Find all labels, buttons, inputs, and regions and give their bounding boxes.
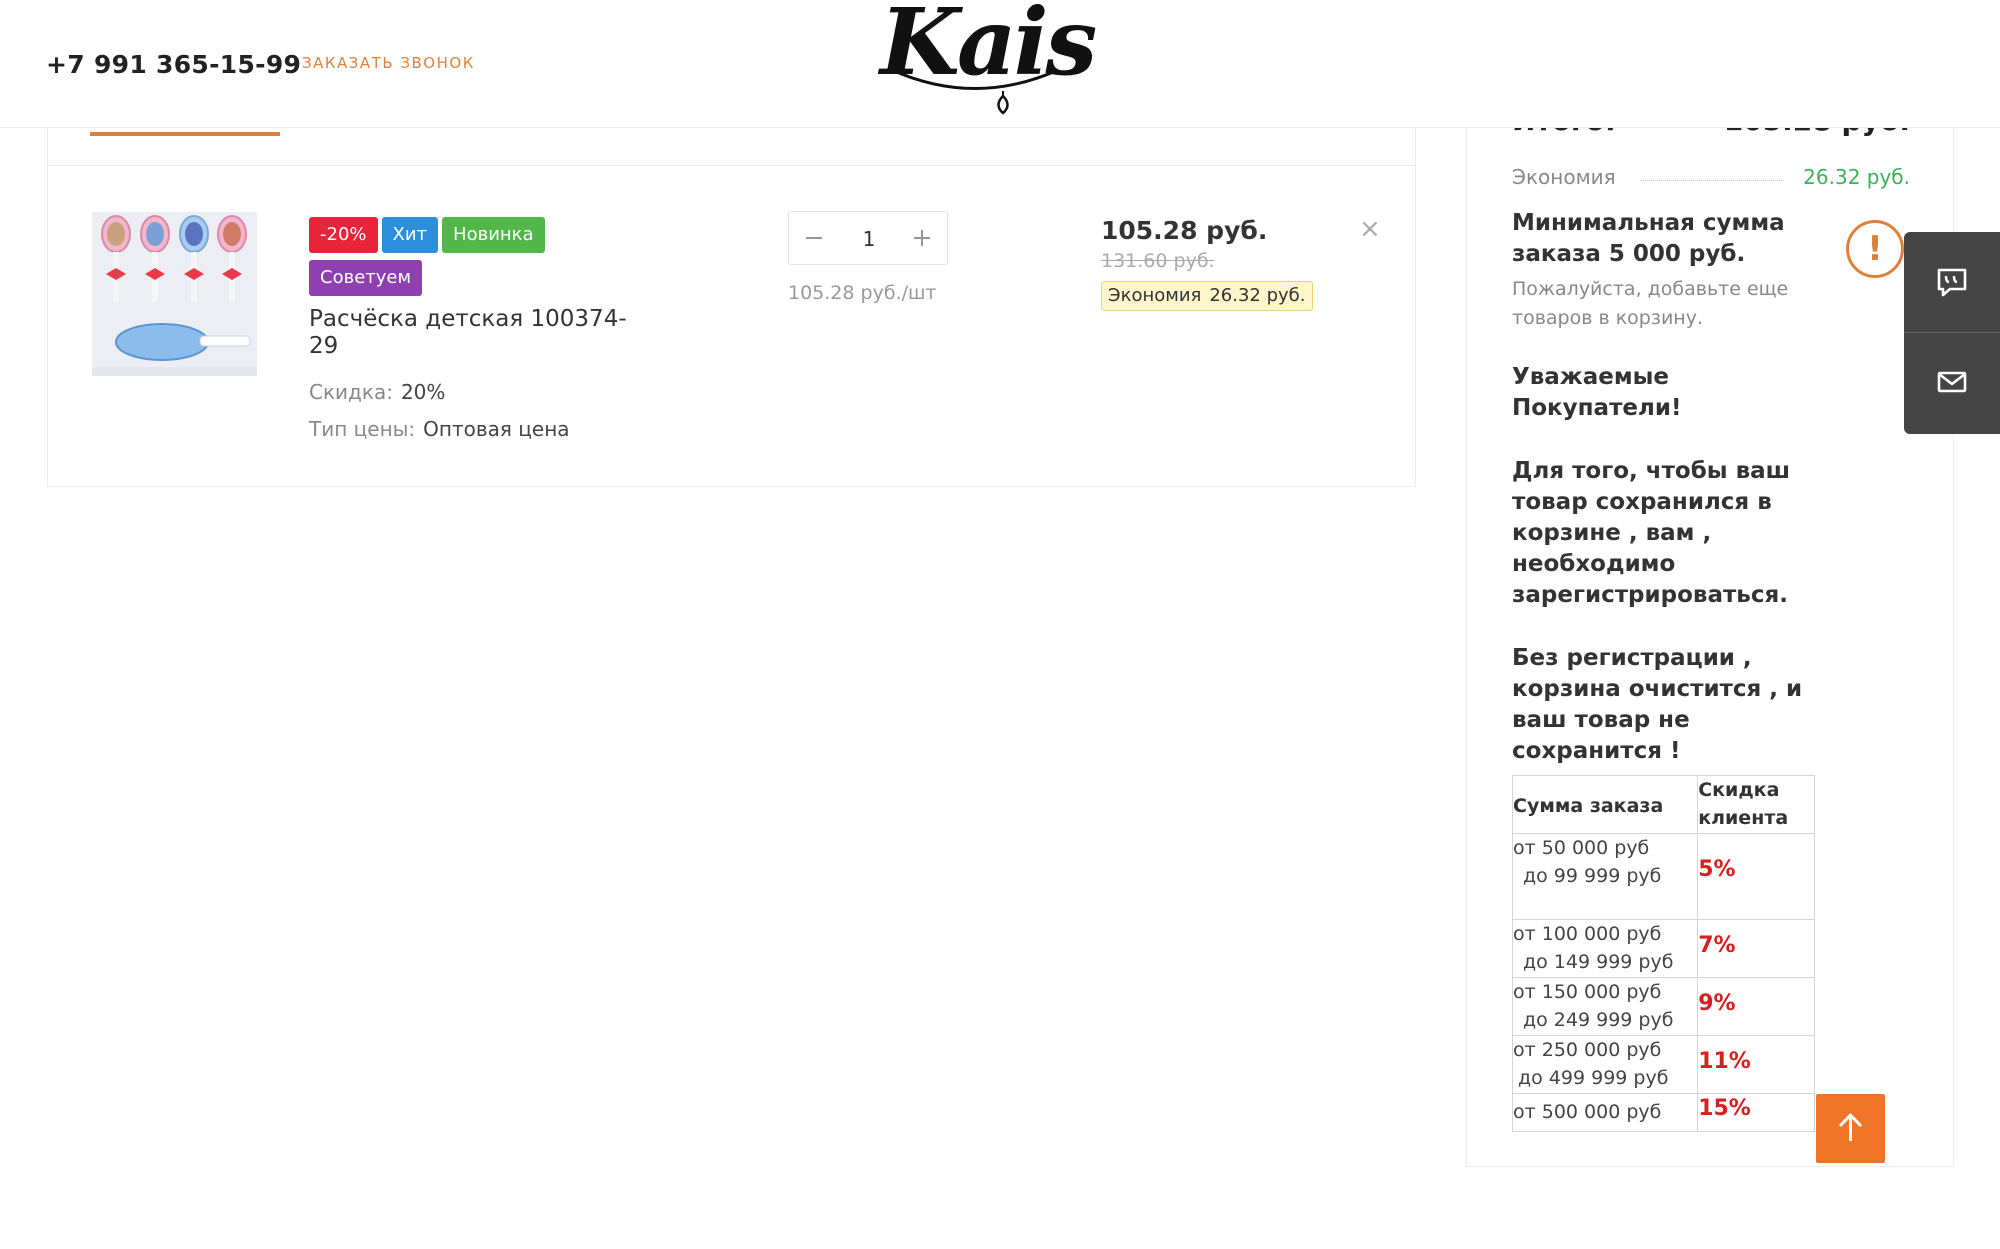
widget-separator xyxy=(1904,332,2000,333)
item-economy-value: 26.32 руб. xyxy=(1209,285,1306,306)
notice-register: Для того, чтобы ваш товар сохранился в к… xyxy=(1512,458,1791,608)
range-to: до 499 999 руб xyxy=(1518,1067,1669,1089)
discount-pct: 11% xyxy=(1698,1049,1751,1074)
mail-button[interactable] xyxy=(1934,364,1970,400)
table-row: от 150 000 руб до 249 999 руб 9% xyxy=(1511,977,1815,1036)
unit-price: 105.28 руб./шт xyxy=(788,282,937,304)
table-cell-range: от 100 000 руб до 149 999 руб xyxy=(1511,919,1699,978)
badge-discount: -20% xyxy=(309,217,378,253)
table-cell-pct: 9% xyxy=(1697,977,1815,1036)
range-from: от 50 000 руб xyxy=(1513,837,1650,859)
discount-pct: 9% xyxy=(1698,991,1736,1016)
product-discount: Скидка: 20% xyxy=(309,380,445,404)
warning-icon: ! xyxy=(1846,220,1904,278)
discount-pct: 7% xyxy=(1698,933,1736,958)
item-economy-badge: Экономия 26.32 руб. xyxy=(1101,281,1313,311)
table-cell-range: от 250 000 руб до 499 999 руб xyxy=(1511,1035,1699,1094)
table-header-sum: Сумма заказа xyxy=(1511,775,1699,834)
table-cell-range: от 500 000 руб xyxy=(1511,1093,1699,1132)
item-price: 105.28 руб. xyxy=(1101,216,1268,245)
table-cell-pct: 7% xyxy=(1697,919,1815,978)
price-type-value: Оптовая цена xyxy=(423,417,570,441)
remove-item-button[interactable]: × xyxy=(1359,216,1381,242)
floating-contact-widget xyxy=(1904,232,2000,434)
site-header: +7 991 365-15-99 ЗАКАЗАТЬ ЗВОНОК Kais xyxy=(0,0,2000,128)
quantity-stepper: 1 xyxy=(788,211,948,265)
badge-hit: Хит xyxy=(381,217,439,253)
active-tab-indicator xyxy=(90,132,280,136)
product-badges: -20% Хит Новинка Советуем xyxy=(309,217,609,303)
range-from: от 250 000 руб xyxy=(1513,1039,1662,1061)
table-row: от 50 000 руб до 99 999 руб 5% xyxy=(1511,833,1815,920)
summary-economy-row: Экономия 26.32 руб. xyxy=(1512,165,1910,193)
discount-label: Скидка: xyxy=(309,380,393,404)
range-to: до 249 999 руб xyxy=(1523,1009,1674,1031)
discount-pct: 5% xyxy=(1698,857,1736,882)
notice-greeting: Уважаемые Покупатели! xyxy=(1512,364,1682,421)
chat-bubble-icon xyxy=(1937,268,1967,297)
range-from: от 100 000 руб xyxy=(1513,923,1662,945)
range-from: от 500 000 руб xyxy=(1513,1101,1662,1123)
table-cell-pct: 15% xyxy=(1697,1093,1815,1132)
plus-icon xyxy=(914,230,930,246)
table-cell-pct: 11% xyxy=(1697,1035,1815,1094)
table-row: от 250 000 руб до 499 999 руб 11% xyxy=(1511,1035,1815,1094)
table-row: от 100 000 руб до 149 999 руб 7% xyxy=(1511,919,1815,978)
table-cell-range: от 150 000 руб до 249 999 руб xyxy=(1511,977,1699,1036)
table-row: от 500 000 руб 15% xyxy=(1511,1093,1815,1132)
discount-table: Сумма заказа Скидка клиента от 50 000 ру… xyxy=(1511,775,1815,1132)
price-type-label: Тип цены: xyxy=(309,417,416,441)
notice-warning: Без регистрации , корзина очистится , и … xyxy=(1512,645,1803,764)
item-old-price: 131.60 руб. xyxy=(1101,250,1215,272)
table-cell-range: от 50 000 руб до 99 999 руб xyxy=(1511,833,1699,920)
min-order-text: Пожалуйста, добавьте еще товаров в корзи… xyxy=(1512,278,1789,329)
product-price-type: Тип цены: Оптовая цена xyxy=(309,417,570,441)
logo-pendant-icon xyxy=(891,68,1059,115)
chat-button[interactable] xyxy=(1934,264,1970,300)
min-order-title: Минимальная сумма заказа 5 000 руб. xyxy=(1512,210,1785,267)
discount-pct: 15% xyxy=(1698,1096,1751,1121)
item-economy-label: Экономия xyxy=(1108,285,1202,306)
phone-link[interactable]: +7 991 365-15-99 xyxy=(46,50,301,79)
minus-icon xyxy=(806,237,822,239)
site-logo[interactable]: Kais xyxy=(880,0,1097,122)
callback-link[interactable]: ЗАКАЗАТЬ ЗВОНОК xyxy=(302,54,475,72)
scroll-to-top-button[interactable] xyxy=(1816,1094,1885,1163)
table-cell-pct: 5% xyxy=(1697,833,1815,920)
range-to: до 149 999 руб xyxy=(1523,951,1674,973)
table-header-row: Сумма заказа Скидка клиента xyxy=(1511,775,1815,834)
hairbrush-image xyxy=(92,212,257,376)
summary-economy-label: Экономия xyxy=(1512,165,1616,189)
summary-economy-value: 26.32 руб. xyxy=(1803,165,1910,189)
quantity-minus-button[interactable] xyxy=(799,222,829,254)
product-image[interactable] xyxy=(92,212,257,376)
range-to: до 99 999 руб xyxy=(1523,865,1662,887)
discount-value: 20% xyxy=(400,380,446,404)
mail-icon xyxy=(1937,371,1967,393)
cart-divider xyxy=(47,165,1416,166)
quantity-input[interactable]: 1 xyxy=(839,227,899,251)
product-name-link[interactable]: Расчёска детская 100374-29 xyxy=(309,306,639,360)
range-from: от 150 000 руб xyxy=(1513,981,1662,1003)
arrow-up-icon xyxy=(1838,1113,1863,1141)
quantity-plus-button[interactable] xyxy=(907,222,937,254)
badge-recommended: Советуем xyxy=(309,260,423,296)
table-header-discount: Скидка клиента xyxy=(1697,775,1815,834)
badge-new: Новинка xyxy=(442,217,545,253)
dotted-leader xyxy=(1640,180,1784,181)
